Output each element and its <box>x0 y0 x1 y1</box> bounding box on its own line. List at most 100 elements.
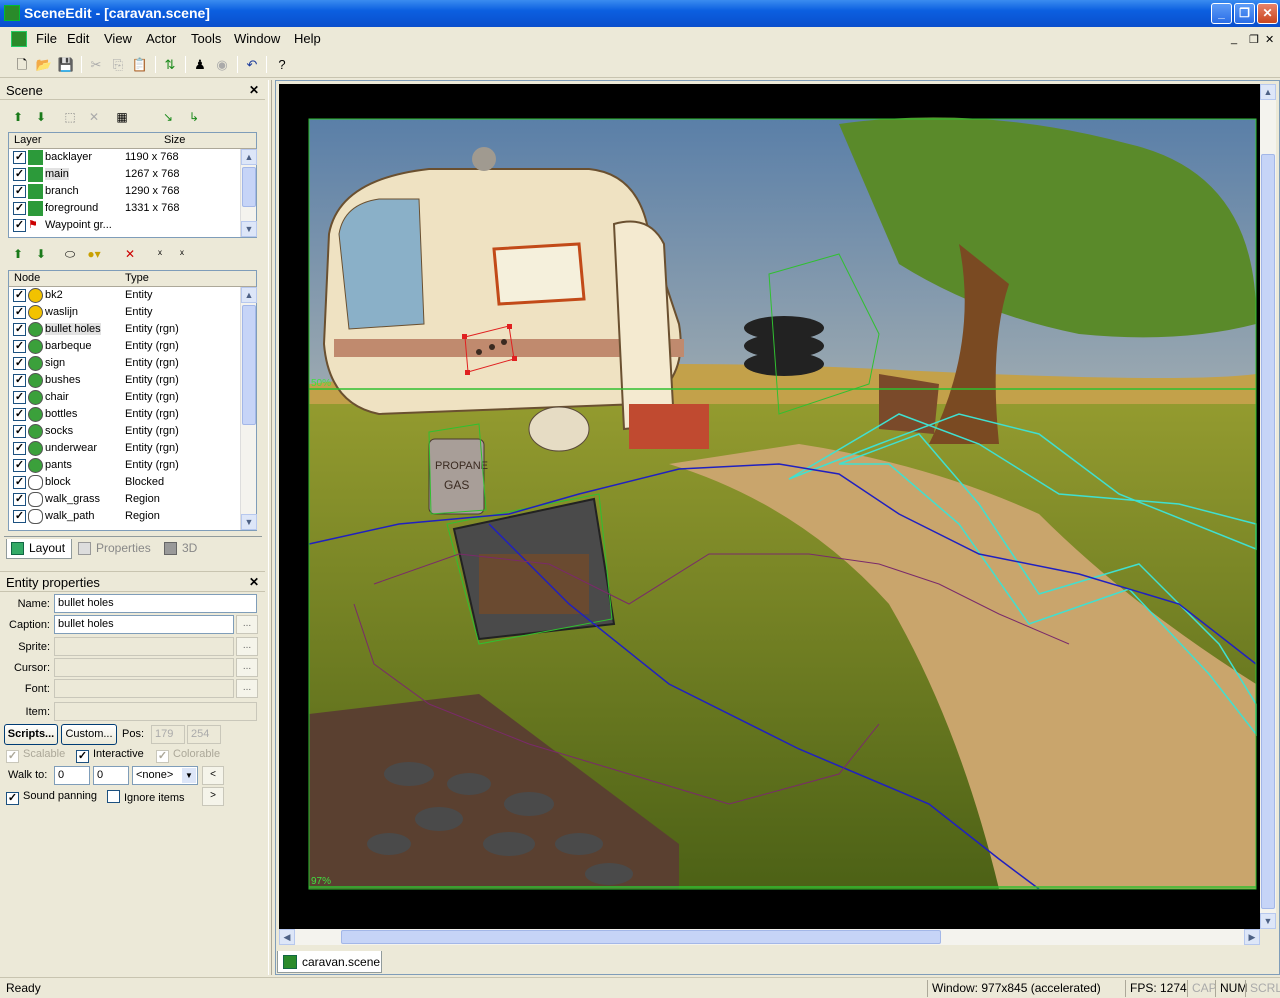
actor-icon[interactable]: ♟ <box>190 55 210 74</box>
node-row[interactable]: ✓ waslijn Entity <box>9 304 241 321</box>
node-row[interactable]: ✓ bushes Entity (rgn) <box>9 372 241 389</box>
scripts-button[interactable]: Scripts... <box>4 724 58 745</box>
layer-visible-checkbox[interactable]: ✓ <box>13 185 26 198</box>
node-visible-checkbox[interactable]: ✓ <box>13 374 26 387</box>
node-row[interactable]: ✓ walk_grass Region <box>9 491 241 508</box>
size-column-header[interactable]: Size <box>164 134 185 146</box>
menu-window[interactable]: Window <box>234 31 280 46</box>
layer-visible-checkbox[interactable]: ✓ <box>13 168 26 181</box>
dropdown-arrow-icon[interactable]: ▼ <box>182 768 196 783</box>
node-visible-checkbox[interactable]: ✓ <box>13 442 26 455</box>
node-row[interactable]: ✓ block Blocked <box>9 474 241 491</box>
scroll-thumb[interactable] <box>242 167 256 207</box>
node-row[interactable]: ✓ bottles Entity (rgn) <box>9 406 241 423</box>
viewport-horizontal-scrollbar[interactable]: ◀ ▶ <box>279 929 1260 945</box>
node-row[interactable]: ✓ bk2 Entity <box>9 287 241 304</box>
scalable-checkbox[interactable]: ✓ Scalable <box>6 748 65 763</box>
caption-field[interactable]: bullet holes <box>54 615 234 634</box>
viewport-vertical-scrollbar[interactable]: ▲ ▼ <box>1260 84 1276 929</box>
scroll-up-icon[interactable]: ▲ <box>241 149 257 165</box>
font-field[interactable] <box>54 679 234 698</box>
type-column-header[interactable]: Type <box>125 272 149 284</box>
layer-row[interactable]: ✓ main 1267 x 768 <box>9 166 241 183</box>
layer-row[interactable]: ✓ branch 1290 x 768 <box>9 183 241 200</box>
add-point-icon[interactable]: ˣ <box>150 245 170 263</box>
node-down-icon[interactable]: ⬇ <box>31 245 51 263</box>
colorable-checkbox[interactable]: ✓ Colorable <box>156 748 220 763</box>
name-field[interactable]: bullet holes <box>54 594 257 613</box>
sprite-browse-button[interactable]: ... <box>236 637 258 656</box>
tab-layout[interactable]: Layout <box>6 539 73 559</box>
layer-down-icon[interactable]: ⬇ <box>31 108 51 126</box>
panel-splitter[interactable] <box>268 80 272 975</box>
minimize-icon[interactable]: _ <box>1211 3 1232 24</box>
menu-actor[interactable]: Actor <box>146 31 176 46</box>
layer-row[interactable]: ✓ foreground 1331 x 768 <box>9 200 241 217</box>
mdi-restore-icon[interactable]: ❐ <box>1249 33 1259 46</box>
node-visible-checkbox[interactable]: ✓ <box>13 289 26 302</box>
scene-canvas[interactable]: PROPANE GAS 50% 97% <box>279 84 1260 929</box>
layer-row[interactable]: ✓ ⚑ Waypoint gr... <box>9 217 241 234</box>
layer-column-header[interactable]: Layer <box>14 134 42 146</box>
entity-panel-close-icon[interactable]: ✕ <box>249 575 259 589</box>
walk-to-y-field[interactable]: 0 <box>93 766 129 785</box>
add-region-icon[interactable]: ⬭ <box>60 245 80 263</box>
node-row[interactable]: ✓ walk_path Region <box>9 508 241 525</box>
ignore-items-checkbox[interactable]: Ignore items <box>107 790 185 804</box>
sound-panning-checkbox[interactable]: ✓ Sound panning <box>6 790 97 805</box>
layer-delete-icon[interactable]: ✕ <box>84 108 104 126</box>
pos-y-field[interactable]: 254 <box>187 725 221 744</box>
node-visible-checkbox[interactable]: ✓ <box>13 340 26 353</box>
layer-add-icon[interactable]: ⬚ <box>60 108 80 126</box>
node-visible-checkbox[interactable]: ✓ <box>13 510 26 523</box>
node-row[interactable]: ✓ barbeque Entity (rgn) <box>9 338 241 355</box>
scroll-down-icon[interactable]: ▼ <box>1260 913 1276 929</box>
cursor-field[interactable] <box>54 658 234 677</box>
node-row[interactable]: ✓ underwear Entity (rgn) <box>9 440 241 457</box>
save-icon[interactable]: 💾 <box>56 55 76 74</box>
scroll-down-icon[interactable]: ▼ <box>241 221 257 237</box>
actor-3d-icon[interactable]: ◉ <box>212 55 232 74</box>
layer-up-icon[interactable]: ⬆ <box>8 108 28 126</box>
node-visible-checkbox[interactable]: ✓ <box>13 459 26 472</box>
undo-icon[interactable]: ↶ <box>242 55 262 74</box>
node-row[interactable]: ✓ chair Entity (rgn) <box>9 389 241 406</box>
close-icon[interactable]: ✕ <box>1257 3 1278 24</box>
menu-help[interactable]: Help <box>294 31 321 46</box>
paste-icon[interactable]: 📋 <box>130 55 150 74</box>
node-visible-checkbox[interactable]: ✓ <box>13 323 26 336</box>
layer-list-scrollbar[interactable]: ▲ ▼ <box>240 149 257 237</box>
pos-x-field[interactable]: 179 <box>151 725 185 744</box>
tab-3d[interactable]: 3D <box>160 539 203 559</box>
layer-split-icon[interactable]: ↳ <box>184 108 204 126</box>
node-visible-checkbox[interactable]: ✓ <box>13 408 26 421</box>
node-delete-icon[interactable]: ✕ <box>120 245 140 263</box>
open-folder-icon[interactable]: 📂 <box>34 55 54 74</box>
document-tab[interactable]: caravan.scene <box>277 951 382 973</box>
tab-properties[interactable]: Properties <box>74 539 157 559</box>
caption-browse-button[interactable]: ... <box>236 615 258 634</box>
node-up-icon[interactable]: ⬆ <box>8 245 28 263</box>
scroll-down-icon[interactable]: ▼ <box>241 514 257 530</box>
layer-visible-checkbox[interactable]: ✓ <box>13 151 26 164</box>
node-visible-checkbox[interactable]: ✓ <box>13 357 26 370</box>
mdi-close-icon[interactable]: ✕ <box>1265 33 1274 46</box>
remove-point-icon[interactable]: ˣ <box>172 245 192 263</box>
scroll-thumb[interactable] <box>341 930 941 944</box>
cut-icon[interactable]: ✂ <box>86 55 106 74</box>
layer-merge-icon[interactable]: ↘ <box>158 108 178 126</box>
node-visible-checkbox[interactable]: ✓ <box>13 425 26 438</box>
add-entity-icon[interactable]: ●▾ <box>84 245 104 263</box>
sprite-field[interactable] <box>54 637 234 656</box>
walk-to-x-field[interactable]: 0 <box>54 766 90 785</box>
refresh-icon[interactable]: ⇅ <box>160 55 180 74</box>
node-list-scrollbar[interactable]: ▲ ▼ <box>240 287 257 530</box>
node-visible-checkbox[interactable]: ✓ <box>13 476 26 489</box>
node-row[interactable]: ✓ pants Entity (rgn) <box>9 457 241 474</box>
custom-button[interactable]: Custom... <box>61 724 117 745</box>
scroll-up-icon[interactable]: ▲ <box>241 287 257 303</box>
layer-visible-checkbox[interactable]: ✓ <box>13 219 26 232</box>
menu-tools[interactable]: Tools <box>191 31 221 46</box>
menu-view[interactable]: View <box>104 31 132 46</box>
help-icon[interactable]: ? <box>272 55 292 74</box>
